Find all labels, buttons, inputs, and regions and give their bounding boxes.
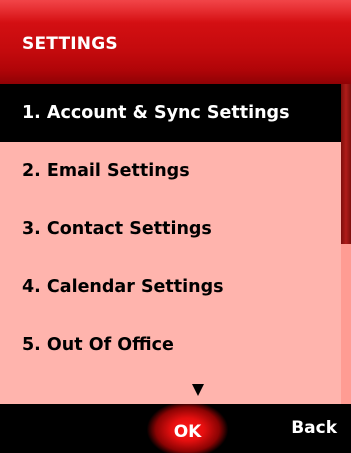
ok-label: OK bbox=[173, 422, 202, 442]
menu-item-label: 5. Out Of Office bbox=[22, 335, 174, 355]
back-softkey[interactable]: Back bbox=[291, 418, 337, 438]
phone-screen: SETTINGS 1. Account & Sync Settings 2. E… bbox=[0, 0, 351, 453]
menu-item-account-sync-settings[interactable]: 1. Account & Sync Settings bbox=[0, 84, 341, 142]
menu-item-label: 1. Account & Sync Settings bbox=[22, 103, 290, 123]
menu-item-label: 3. Contact Settings bbox=[22, 219, 212, 239]
scrollbar-thumb[interactable] bbox=[341, 84, 351, 244]
title-bar: SETTINGS bbox=[0, 0, 351, 84]
settings-menu: 1. Account & Sync Settings 2. Email Sett… bbox=[0, 84, 341, 404]
menu-item-calendar-settings[interactable]: 4. Calendar Settings bbox=[0, 258, 341, 316]
menu-item-label: 2. Email Settings bbox=[22, 161, 190, 181]
scrollbar[interactable] bbox=[341, 84, 351, 404]
menu-item-email-settings[interactable]: 2. Email Settings bbox=[0, 142, 341, 200]
title-bar-shine bbox=[0, 0, 351, 22]
down-arrow-icon bbox=[192, 384, 204, 396]
menu-item-out-of-office[interactable]: 5. Out Of Office bbox=[0, 316, 341, 374]
page-title: SETTINGS bbox=[22, 34, 118, 54]
ok-softkey[interactable]: OK bbox=[145, 404, 230, 453]
menu-item-label: 4. Calendar Settings bbox=[22, 277, 224, 297]
menu-item-contact-settings[interactable]: 3. Contact Settings bbox=[0, 200, 341, 258]
softkey-bar: OK Back bbox=[0, 404, 351, 453]
